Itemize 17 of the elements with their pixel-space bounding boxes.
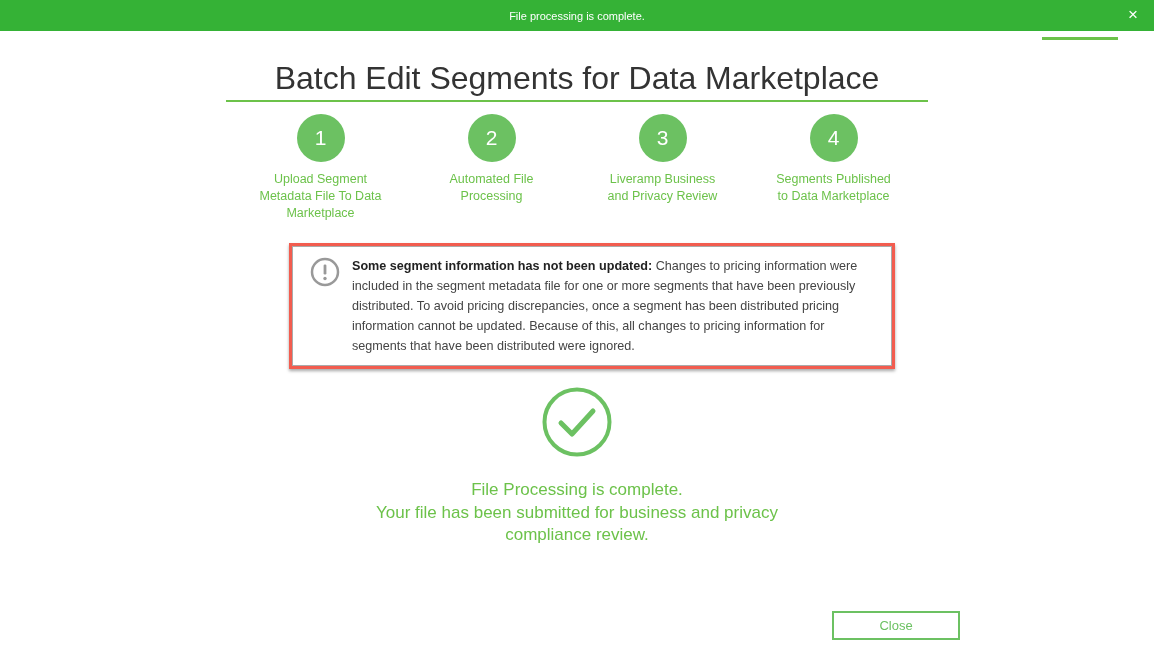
step-label: Upload Segment Metadata File To Data Marketplace [259, 171, 382, 222]
step-label: Liveramp Business and Privacy Review [607, 171, 718, 205]
completion-message: Your file has been submitted for business and privacy compliance review. [375, 501, 779, 546]
close-button[interactable]: Close [832, 610, 960, 640]
checkmark-icon [542, 387, 612, 457]
step-label: Segments Published to Data Marketplace [776, 171, 891, 205]
step-number: 4 [809, 114, 858, 162]
alert-message: Some segment information has not been updated: Changes to pricing information were included in the segment metadata file for one or more segments that have been previously distributed. To avoid pricing discrepancies, once a segment has been distributed pricing information cannot be updated. Because of this, all changes to pricing information for segments that have been distributed were ignored. [352, 258, 859, 355]
step-number: 3 [638, 114, 687, 162]
completion-message: File Processing is complete. [470, 479, 684, 501]
page-title: Batch Edit Segments for Data Marketplace [226, 60, 928, 102]
exclamation-icon [310, 257, 340, 287]
step-number: 2 [467, 114, 516, 162]
step-number: 1 [296, 114, 345, 162]
step-label: Automated File Processing [449, 171, 534, 205]
banner-message: File processing is complete. [509, 9, 645, 22]
close-button[interactable]: × [1124, 6, 1142, 24]
